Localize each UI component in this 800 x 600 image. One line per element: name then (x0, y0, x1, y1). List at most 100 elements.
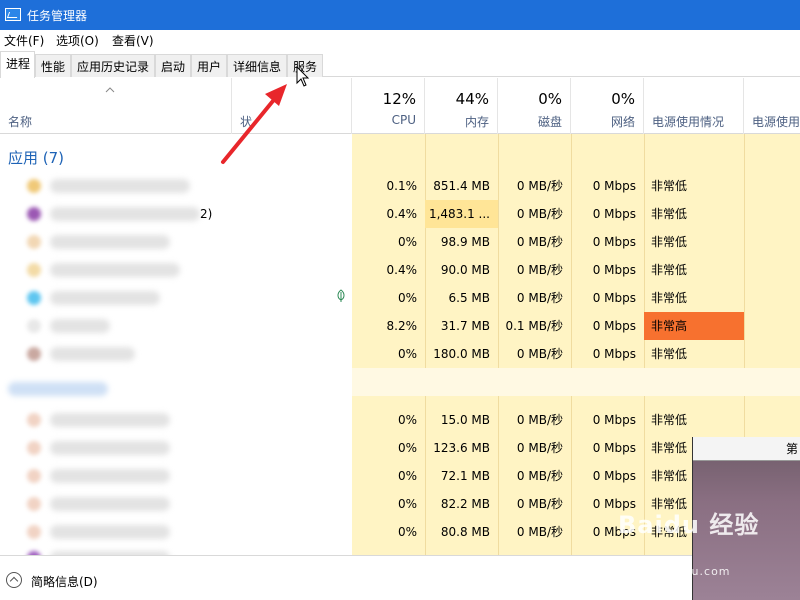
memory-cell: 6.5 MB (448, 291, 490, 305)
group-apps-title[interactable]: 应用 (7) (8, 147, 64, 168)
memory-total: 44% (455, 90, 489, 108)
header-name-label: 名称 (8, 115, 33, 129)
cpu-cell: 0% (397, 291, 417, 305)
header-memory-label: 内存 (464, 115, 489, 129)
table-row[interactable]: 0% 15.0 MB 0 MB/秒 0 Mbps 非常低 (0, 406, 800, 434)
memory-cell: 851.4 MB (433, 179, 490, 193)
cpu-cell: 0% (397, 441, 417, 455)
power-cell: 非常低 (651, 291, 688, 305)
network-cell: 0 Mbps (592, 263, 636, 277)
disk-cell: 0 MB/秒 (516, 441, 563, 455)
header-power[interactable]: 电源使用情况 (644, 78, 744, 134)
memory-cell: 72.1 MB (440, 469, 490, 483)
baidu-watermark-url: jingyan.baidu.com (612, 565, 731, 578)
process-list: 应用 (7) 0.1% 851.4 MB 0 MB/秒 0 Mbps 非常低 2… (0, 134, 800, 555)
memory-cell: 80.8 MB (440, 525, 490, 539)
memory-cell: 180.0 MB (433, 347, 490, 361)
cpu-total: 12% (382, 90, 416, 108)
disk-cell: 0 MB/秒 (516, 207, 563, 221)
header-memory[interactable]: 44% 内存 (425, 78, 498, 134)
table-row[interactable]: 8.2% 31.7 MB 0.1 MB/秒 0 Mbps 非常高 (0, 312, 800, 340)
tab-performance[interactable]: 性能 (35, 54, 71, 77)
table-row[interactable]: 2) 0.4% 1,483.1 ... 0 MB/秒 0 Mbps 非常低 (0, 200, 800, 228)
cpu-cell: 0% (397, 235, 417, 249)
header-power-label: 电源使用情况 (652, 115, 725, 129)
network-cell: 0 Mbps (592, 469, 636, 483)
mouse-cursor-icon (296, 66, 310, 87)
table-row-partial[interactable] (0, 546, 800, 555)
cpu-cell: 0% (397, 497, 417, 511)
power-cell: 非常低 (651, 235, 688, 249)
power-cell: 非常低 (651, 263, 688, 277)
disk-cell: 0 MB/秒 (516, 413, 563, 427)
header-cpu[interactable]: 12% CPU (352, 78, 425, 134)
menu-file[interactable]: 文件(F) (4, 32, 44, 49)
header-disk-label: 磁盘 (537, 115, 562, 129)
network-cell: 0 Mbps (592, 413, 636, 427)
memory-cell: 98.9 MB (440, 235, 490, 249)
table-row[interactable]: 0% 6.5 MB 0 MB/秒 0 Mbps 非常低 (0, 284, 800, 312)
power-cell: 非常低 (651, 179, 688, 193)
power-cell: 非常低 (651, 347, 688, 361)
tab-startup[interactable]: 启动 (155, 54, 191, 77)
table-row[interactable]: 0% 180.0 MB 0 MB/秒 0 Mbps 非常低 (0, 340, 800, 368)
sort-up-icon (105, 87, 115, 93)
header-power-trend[interactable]: 电源使用 (744, 78, 800, 134)
efficiency-leaf-icon (337, 289, 345, 302)
header-network-label: 网络 (610, 115, 635, 129)
header-power-trend-label: 电源使用 (752, 115, 800, 129)
header-cpu-label: CPU (391, 113, 416, 127)
window-title: 任务管理器 (27, 9, 88, 23)
network-cell: 0 Mbps (592, 291, 636, 305)
group-background-header[interactable] (0, 368, 800, 396)
network-total: 0% (611, 90, 635, 108)
collapse-details-icon[interactable] (6, 572, 22, 588)
tab-processes[interactable]: 进程 (0, 51, 35, 78)
tab-strip: 进程 性能 应用历史记录 启动 用户 详细信息 服务 (0, 50, 800, 78)
process-name-fragment: 2) (200, 207, 213, 221)
disk-cell: 0 MB/秒 (516, 497, 563, 511)
menu-options[interactable]: 选项(O) (56, 32, 99, 49)
table-row[interactable]: 0.1% 851.4 MB 0 MB/秒 0 Mbps 非常低 (0, 172, 800, 200)
header-disk[interactable]: 0% 磁盘 (498, 78, 571, 134)
taskbar-preview-title: 第 (693, 437, 800, 461)
column-header: 名称 状 12% CPU 44% 内存 0% 磁盘 0% 网络 电源使用情况 电… (0, 78, 800, 134)
network-cell: 0 Mbps (592, 207, 636, 221)
power-cell: 非常低 (651, 413, 688, 427)
group-background-title (8, 382, 108, 396)
fewer-details-link[interactable]: 简略信息(D) (31, 573, 98, 590)
memory-cell: 1,483.1 ... (425, 200, 498, 228)
network-cell: 0 Mbps (592, 319, 636, 333)
title-bar: 任务管理器 (0, 0, 800, 30)
disk-total: 0% (538, 90, 562, 108)
table-row[interactable]: 0% 72.1 MB 0 MB/秒 0 Mbps 非常低 (0, 462, 800, 490)
cpu-cell: 0% (397, 413, 417, 427)
memory-cell: 123.6 MB (433, 441, 490, 455)
table-row[interactable]: 0% 98.9 MB 0 MB/秒 0 Mbps 非常低 (0, 228, 800, 256)
network-cell: 0 Mbps (592, 235, 636, 249)
network-cell: 0 Mbps (592, 347, 636, 361)
table-row[interactable]: 0.4% 90.0 MB 0 MB/秒 0 Mbps 非常低 (0, 256, 800, 284)
disk-cell: 0.1 MB/秒 (505, 319, 563, 333)
memory-cell: 15.0 MB (440, 413, 490, 427)
baidu-watermark: Baidu 经验 (618, 511, 760, 539)
menu-view[interactable]: 查看(V) (112, 32, 154, 49)
disk-cell: 0 MB/秒 (516, 469, 563, 483)
disk-cell: 0 MB/秒 (516, 179, 563, 193)
disk-cell: 0 MB/秒 (516, 235, 563, 249)
table-row[interactable]: 0% 123.6 MB 0 MB/秒 0 Mbps 非常低 (0, 434, 800, 462)
task-manager-icon (5, 8, 21, 21)
memory-cell: 31.7 MB (440, 319, 490, 333)
menu-bar: 文件(F) 选项(O) 查看(V) (0, 30, 800, 50)
disk-cell: 0 MB/秒 (516, 291, 563, 305)
cpu-cell: 0% (397, 347, 417, 361)
disk-cell: 0 MB/秒 (516, 525, 563, 539)
cpu-cell: 0.4% (386, 263, 418, 277)
disk-cell: 0 MB/秒 (516, 263, 563, 277)
header-network[interactable]: 0% 网络 (571, 78, 644, 134)
memory-cell: 90.0 MB (440, 263, 490, 277)
tab-app-history[interactable]: 应用历史记录 (71, 54, 155, 77)
header-name[interactable]: 名称 (0, 78, 232, 134)
power-cell-high: 非常高 (644, 312, 744, 340)
network-cell: 0 Mbps (592, 179, 636, 193)
